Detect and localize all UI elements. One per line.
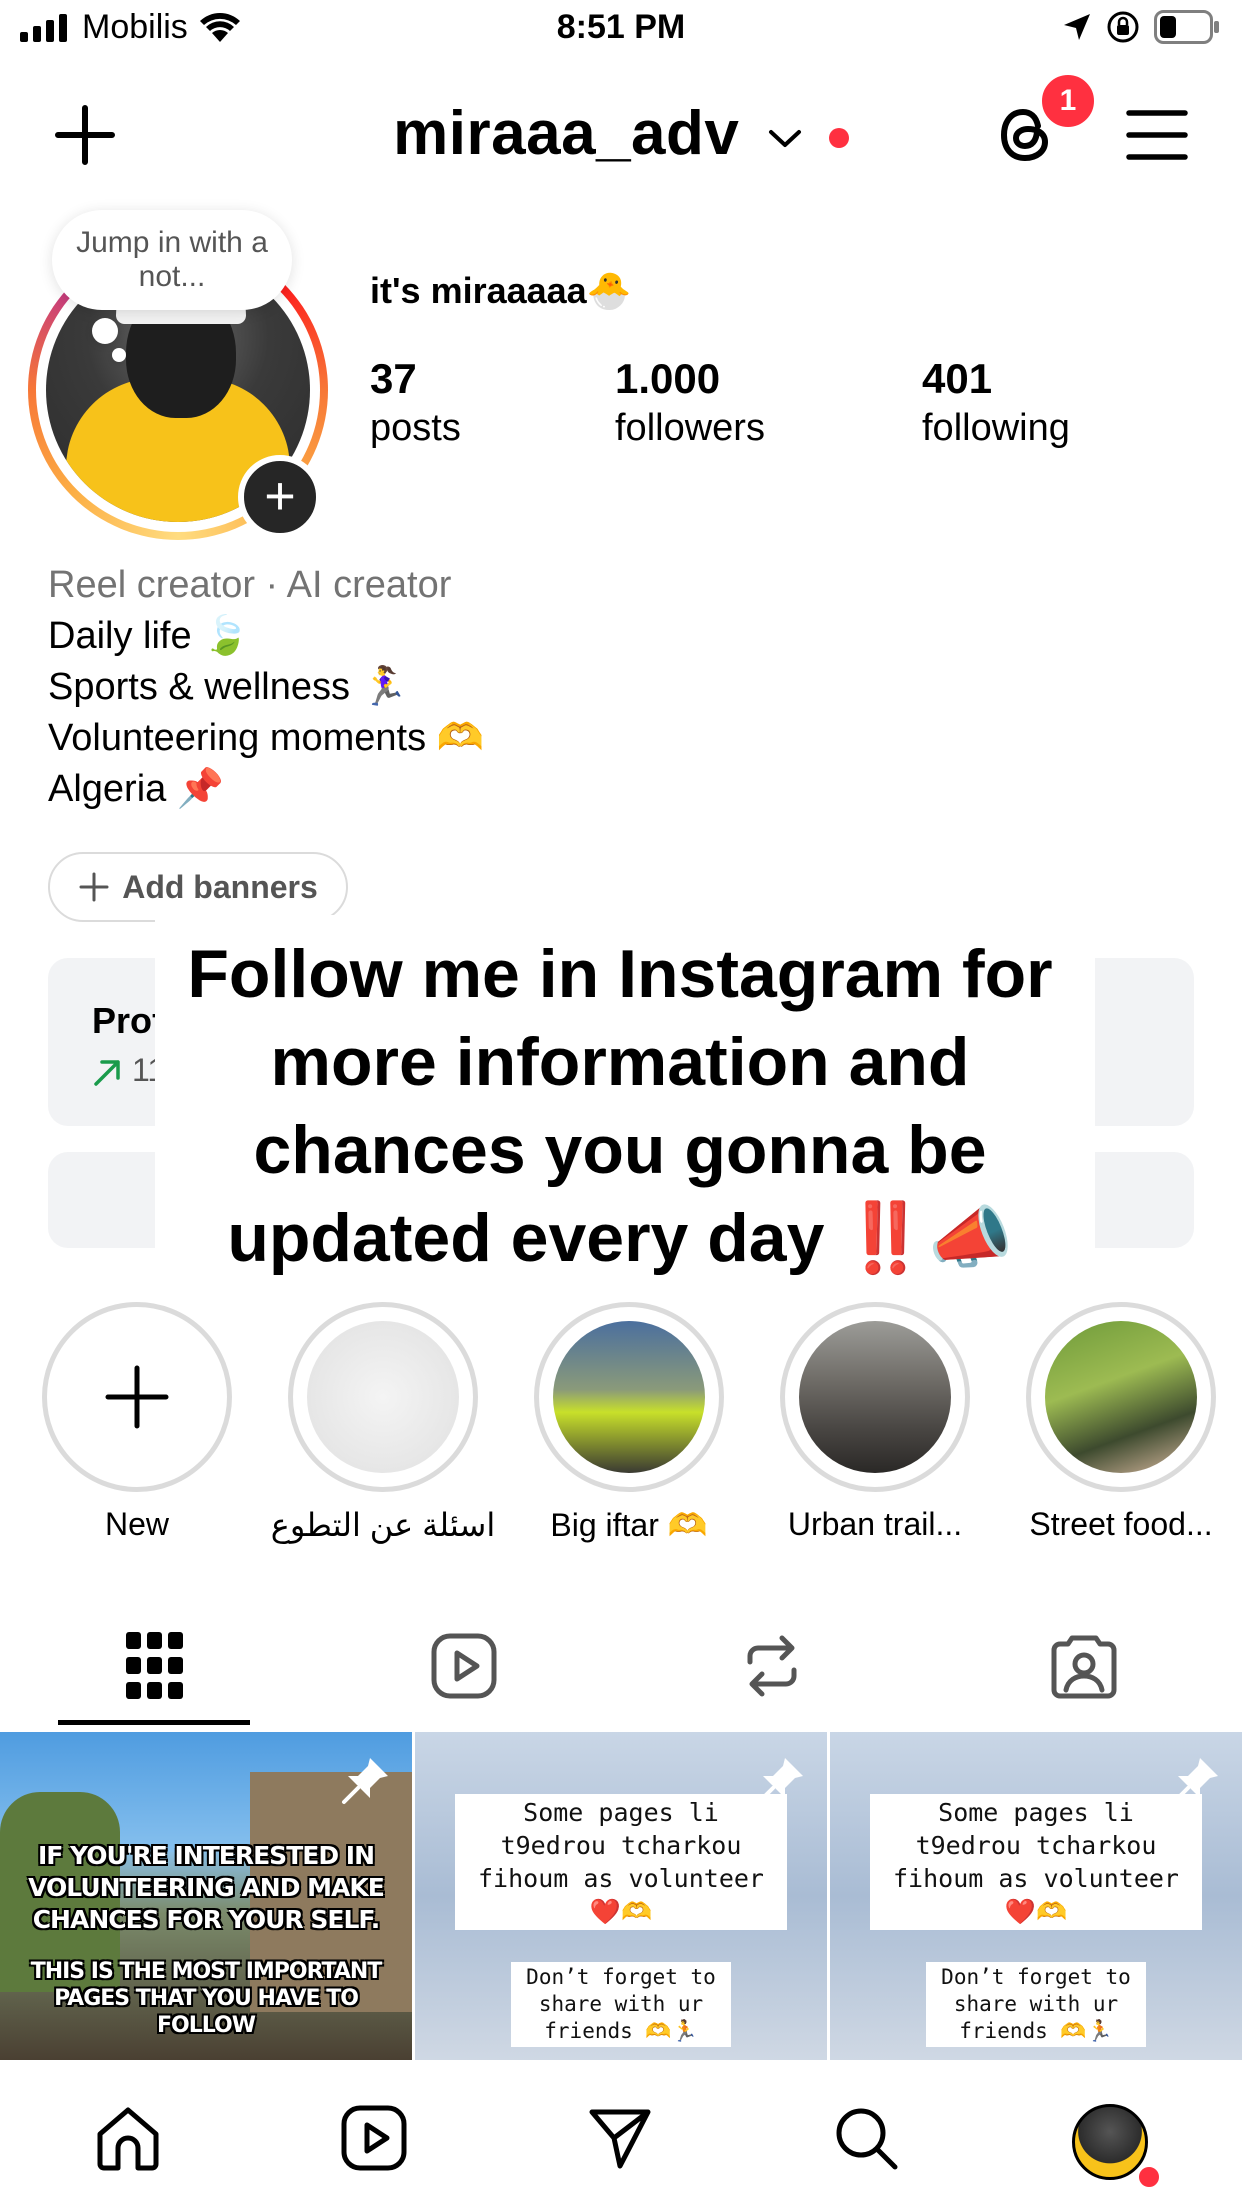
reels-icon[interactable] xyxy=(340,2104,408,2172)
followers-count: 1.000 xyxy=(615,355,721,402)
note-bubble[interactable]: Jump in with a not... xyxy=(52,210,292,310)
overlay-caption: Follow me in Instagram for more informat… xyxy=(187,936,1053,1276)
trend-up-icon xyxy=(94,1059,120,1086)
grid-post[interactable]: Some pages li t9edrou tcharkou fihoum as… xyxy=(830,1732,1242,2060)
unread-dot xyxy=(828,127,849,148)
highlight-item[interactable]: اسئلة عن التطوع xyxy=(271,1302,495,1544)
profile-tabs xyxy=(0,1620,1242,1730)
highlight-new[interactable]: New xyxy=(42,1302,232,1543)
display-name: it's miraaaaa🐣 xyxy=(370,270,632,311)
pinned-icon xyxy=(342,1758,388,1804)
highlight-label: اسئلة عن التطوع xyxy=(270,1507,496,1543)
bio: Reel creator · AI creator Daily life 🍃 S… xyxy=(48,560,484,815)
username: miraaa_adv xyxy=(393,99,740,168)
following-stat[interactable]: 401 following xyxy=(922,355,1070,450)
tagged-icon[interactable] xyxy=(1050,1632,1118,1700)
followers-stat[interactable]: 1.000 followers xyxy=(615,355,765,450)
post-text-line: THIS IS THE MOST IMPORTANT xyxy=(30,1959,383,1984)
post-text-line: ❤️🫶 xyxy=(589,1897,653,1926)
highlight-cover xyxy=(307,1321,459,1473)
posts-count: 37 xyxy=(370,355,417,402)
post-text-line: Don’t forget to xyxy=(941,1965,1131,1989)
post-text-line: Some pages li xyxy=(938,1798,1134,1827)
post-text-line: friends 🫶🏃 xyxy=(544,2019,698,2043)
menu-icon[interactable] xyxy=(1126,108,1188,162)
posts-stat[interactable]: 37 posts xyxy=(370,355,461,450)
profile-header: miraaa_adv 1 xyxy=(0,71,1242,190)
location-arrow-icon xyxy=(1064,14,1090,40)
home-icon[interactable] xyxy=(94,2104,162,2172)
post-text-line: PAGES THAT YOU HAVE TO FOLLOW xyxy=(54,1986,359,2038)
post-text-line: CHANCES FOR YOUR SELF. xyxy=(32,1905,381,1934)
post-text-line: fihoum as volunteer xyxy=(478,1864,764,1893)
bio-line: Daily life 🍃 xyxy=(48,615,250,657)
followers-label: followers xyxy=(615,407,765,449)
status-right xyxy=(1062,10,1220,44)
highlight-label: Urban trail... xyxy=(787,1506,963,1542)
post-text-line: IF YOU'RE INTERESTED IN xyxy=(37,1841,375,1870)
bio-line: Volunteering moments 🫶 xyxy=(48,717,484,759)
post-text-line: share with ur xyxy=(538,1992,704,2016)
highlight-label: Street food... xyxy=(1029,1506,1213,1542)
status-time: 8:51 PM xyxy=(556,8,686,46)
post-text-line: VOLUNTEERING AND MAKE xyxy=(28,1873,385,1902)
grid-post[interactable]: IF YOU'RE INTERESTED IN VOLUNTEERING AND… xyxy=(0,1732,412,2060)
post-text-line: share with ur xyxy=(953,1992,1119,2016)
highlight-label: New xyxy=(104,1506,169,1542)
battery-icon xyxy=(1154,10,1219,44)
add-banners-button[interactable]: Add banners xyxy=(48,852,348,922)
grid-post[interactable]: Some pages li t9edrou tcharkou fihoum as… xyxy=(415,1732,827,2060)
bottom-nav xyxy=(0,2060,1242,2208)
post-text-line: t9edrou tcharkou xyxy=(915,1831,1157,1860)
posts-label: posts xyxy=(370,407,461,449)
post-text-line: fihoum as volunteer xyxy=(893,1864,1179,1893)
post-text-line: friends 🫶🏃 xyxy=(959,2019,1113,2043)
chevron-down-icon xyxy=(769,129,802,147)
rotation-lock-icon xyxy=(1107,11,1139,43)
note-text: Jump in with a not... xyxy=(76,226,268,293)
highlight-cover xyxy=(1045,1321,1197,1473)
post-text-line: Some pages li xyxy=(523,1798,719,1827)
post-text-line: Don’t forget to xyxy=(526,1965,716,1989)
post-text-line: t9edrou tcharkou xyxy=(500,1831,742,1860)
bio-category: Reel creator · AI creator xyxy=(48,564,452,606)
add-banners-label: Add banners xyxy=(122,868,318,905)
highlight-cover xyxy=(799,1321,951,1473)
following-label: following xyxy=(922,407,1070,449)
bio-line: Sports & wellness 🏃‍♀️ xyxy=(48,666,408,708)
add-story-button[interactable]: + xyxy=(238,455,322,539)
plus-icon xyxy=(79,872,109,902)
plus-icon xyxy=(105,1365,169,1429)
highlight-label: Big iftar 🫶 xyxy=(550,1507,708,1543)
following-count: 401 xyxy=(922,355,993,402)
post-text-line: ❤️🫶 xyxy=(1004,1897,1068,1926)
active-tab-indicator xyxy=(58,1720,250,1725)
threads-notification-badge: 1 xyxy=(1038,71,1098,131)
highlight-item[interactable]: Street food... xyxy=(1026,1302,1216,1543)
profile-tab-avatar[interactable] xyxy=(1072,2104,1148,2180)
highlight-item[interactable]: Big iftar 🫶 xyxy=(534,1302,724,1544)
status-bar: Mobilis 8:51 PM xyxy=(0,0,1242,60)
reposts-icon[interactable] xyxy=(742,1632,802,1700)
bio-line: Algeria 📌 xyxy=(48,768,225,810)
highlight-item[interactable]: Urban trail... xyxy=(780,1302,970,1543)
profile-notification-dot xyxy=(1136,2164,1162,2190)
highlight-cover xyxy=(553,1321,705,1473)
search-icon[interactable] xyxy=(832,2104,900,2172)
grid-icon[interactable] xyxy=(126,1632,184,1700)
send-icon[interactable] xyxy=(586,2104,654,2172)
reels-icon[interactable] xyxy=(430,1632,498,1700)
